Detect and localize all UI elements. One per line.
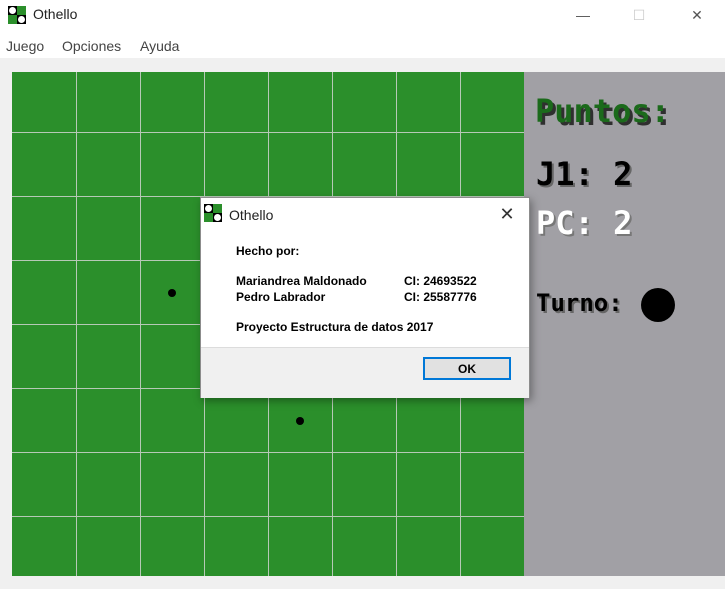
minimize-button[interactable]: — <box>560 0 606 30</box>
score-panel: Puntos: J1: 2 PC: 2 Turno: <box>524 72 725 576</box>
player-score: J1: 2 <box>536 155 633 193</box>
project-label: Proyecto Estructura de datos 2017 <box>236 320 434 334</box>
grid-line <box>12 452 524 453</box>
maximize-button[interactable]: ☐ <box>616 0 662 30</box>
turn-label: Turno: <box>536 289 623 317</box>
dialog-title: Othello <box>229 207 274 223</box>
menu-opciones[interactable]: Opciones <box>62 38 121 54</box>
menu-ayuda[interactable]: Ayuda <box>140 38 179 54</box>
othello-app-icon <box>204 204 222 222</box>
menu-bar: Juego Opciones Ayuda <box>0 30 725 58</box>
author-name: Mariandrea Maldonado <box>236 274 367 288</box>
author-name: Pedro Labrador <box>236 290 326 304</box>
title-bar: Othello — ☐ ✕ <box>0 0 725 30</box>
dialog-close-button[interactable]: ✕ <box>485 198 529 230</box>
dialog-footer: OK <box>201 347 529 398</box>
move-hint-dot[interactable] <box>296 417 304 425</box>
window-title: Othello <box>33 6 78 22</box>
author-ci: CI: 24693522 <box>404 274 477 288</box>
menu-juego[interactable]: Juego <box>6 38 44 54</box>
grid-line <box>12 516 524 517</box>
grid-line <box>12 132 524 133</box>
made-by-label: Hecho por: <box>236 244 300 258</box>
points-heading: Puntos: <box>535 92 670 130</box>
pc-score: PC: 2 <box>536 204 633 242</box>
move-hint-dot[interactable] <box>168 289 176 297</box>
close-button[interactable]: ✕ <box>674 0 720 30</box>
ok-button[interactable]: OK <box>423 357 511 380</box>
about-dialog: Othello ✕ Hecho por: Mariandrea Maldonad… <box>200 197 530 398</box>
othello-app-icon <box>8 6 26 24</box>
author-ci: CI: 25587776 <box>404 290 477 304</box>
turn-disc-icon <box>641 288 675 322</box>
